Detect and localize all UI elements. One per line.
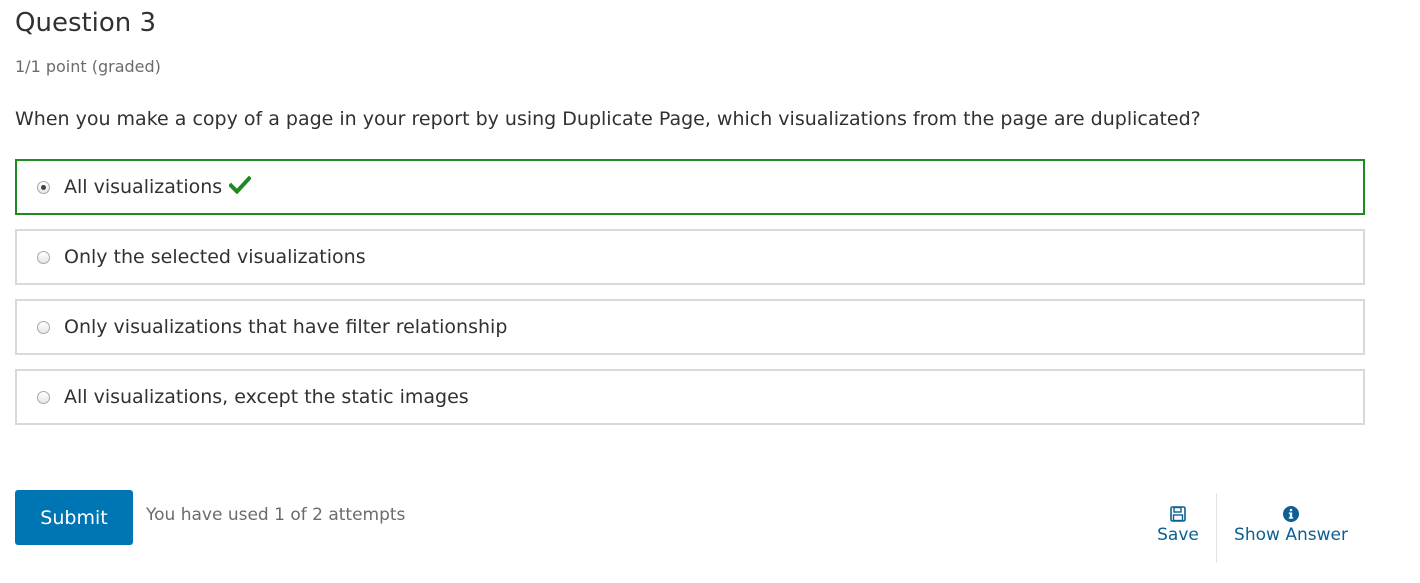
choice-label: All visualizations: [64, 176, 223, 198]
show-answer-button[interactable]: Show Answer: [1232, 505, 1350, 545]
choice-list: All visualizations Only the selected vis…: [15, 159, 1365, 439]
choice-option-4[interactable]: All visualizations, except the static im…: [15, 369, 1365, 425]
radio-button[interactable]: [37, 180, 50, 194]
show-answer-label: Show Answer: [1234, 525, 1348, 545]
grade-status: 1/1 point (graded): [15, 57, 161, 76]
choice-label: Only the selected visualizations: [64, 246, 366, 268]
question-prompt: When you make a copy of a page in your r…: [15, 108, 1201, 130]
choice-option-1[interactable]: All visualizations: [15, 159, 1365, 215]
choice-label: Only visualizations that have filter rel…: [64, 316, 508, 338]
save-label: Save: [1157, 525, 1199, 545]
radio-button[interactable]: [37, 320, 50, 334]
radio-selected-dot: [41, 184, 46, 190]
submit-button[interactable]: Submit: [15, 490, 133, 545]
choice-label: All visualizations, except the static im…: [64, 386, 469, 408]
choice-option-3[interactable]: Only visualizations that have filter rel…: [15, 299, 1365, 355]
checkmark-icon: [228, 175, 252, 198]
radio-button[interactable]: [37, 250, 50, 264]
question-title: Question 3: [15, 8, 157, 38]
attempts-text: You have used 1 of 2 attempts: [146, 505, 406, 525]
floppy-disk-icon: [1169, 505, 1187, 523]
action-divider: [1216, 493, 1217, 563]
radio-button[interactable]: [37, 390, 50, 404]
save-button[interactable]: Save: [1155, 505, 1201, 545]
choice-option-2[interactable]: Only the selected visualizations: [15, 229, 1365, 285]
info-circle-icon: [1282, 505, 1300, 523]
